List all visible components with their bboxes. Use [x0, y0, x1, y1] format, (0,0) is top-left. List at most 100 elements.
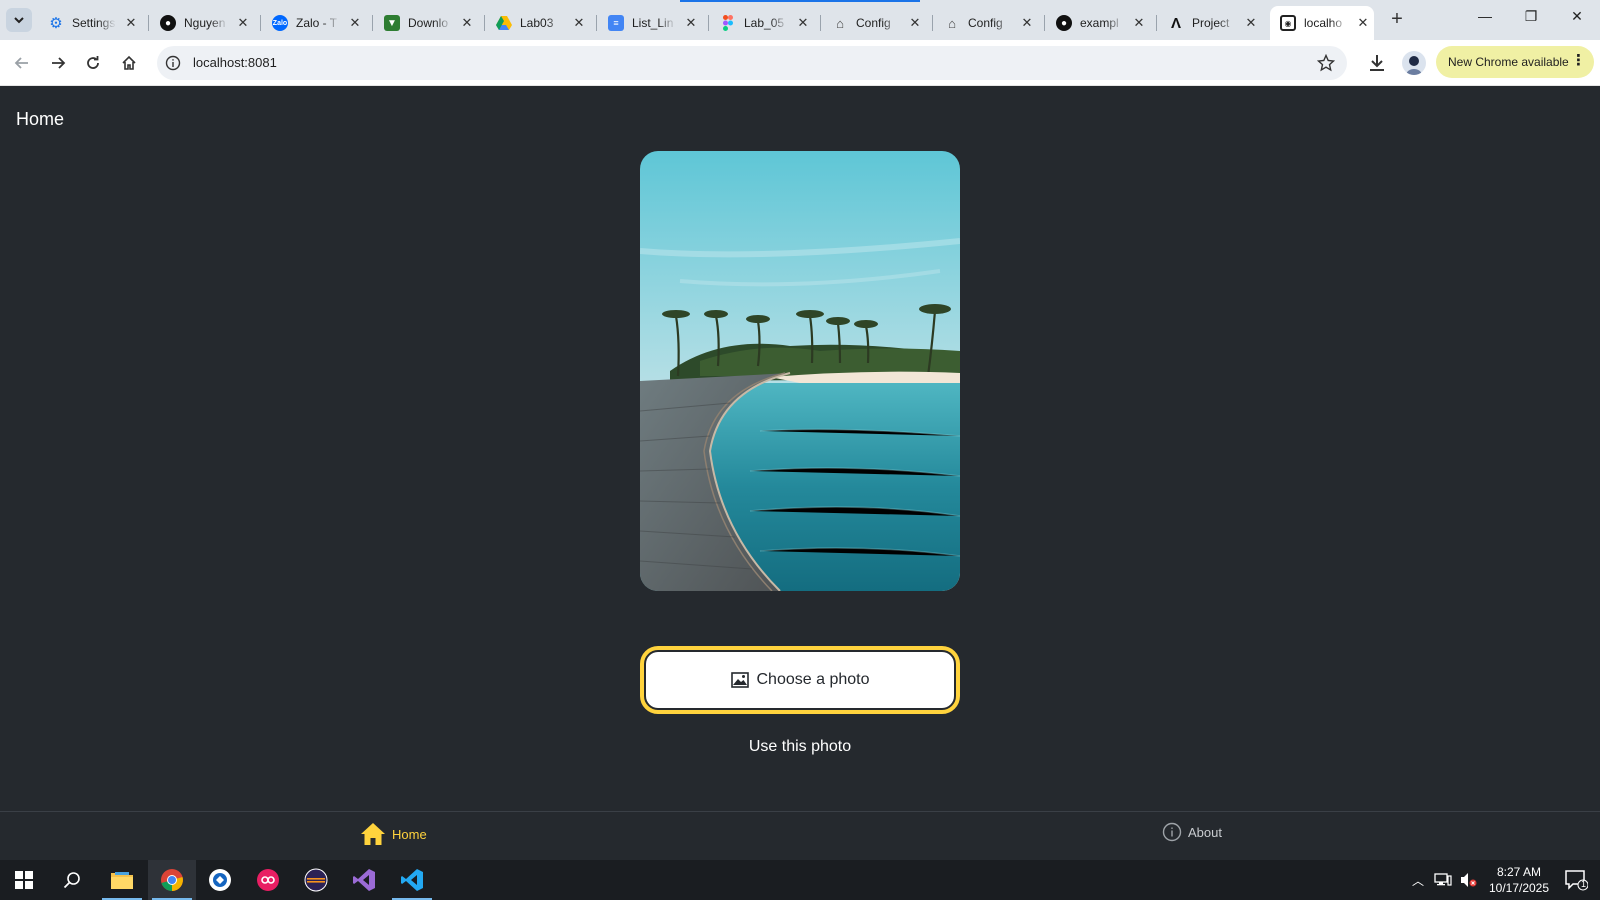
chrome-update-button[interactable]: New Chrome available ⋮: [1436, 46, 1594, 78]
profile-avatar[interactable]: [1402, 51, 1426, 75]
browser-tab-localhost[interactable]: ◉ localho ✕: [1270, 6, 1374, 40]
figma-icon: [720, 15, 736, 31]
arrow-right-icon: [52, 57, 66, 69]
taskbar-search-button[interactable]: [48, 860, 96, 900]
folder-icon: [111, 872, 133, 889]
reload-button[interactable]: [81, 51, 105, 75]
taskbar-eclipse[interactable]: [292, 860, 340, 900]
tab-label: Zalo - T: [296, 16, 338, 30]
choose-photo-button-inner[interactable]: Choose a photo: [646, 652, 954, 708]
browser-tab-config-2[interactable]: ⌂ Config ✕: [934, 6, 1045, 40]
window-close-button[interactable]: ✕: [1565, 8, 1589, 25]
browser-tab-lab05[interactable]: Lab_05 ✕: [710, 6, 821, 40]
browser-tab-config-1[interactable]: ⌂ Config ✕: [822, 6, 933, 40]
start-button[interactable]: [0, 860, 48, 900]
taskbar-file-explorer[interactable]: [98, 860, 146, 900]
tab-about[interactable]: About: [1162, 822, 1222, 842]
tab-label: localho: [1304, 16, 1343, 30]
taskbar-visual-studio[interactable]: [340, 860, 388, 900]
browser-tab-settings[interactable]: ⚙ Settings ✕: [38, 6, 149, 40]
visual-studio-icon: [353, 869, 375, 891]
search-icon: [63, 872, 80, 889]
app-circle-icon: [209, 869, 231, 891]
close-icon[interactable]: ✕: [1356, 15, 1370, 31]
close-icon[interactable]: ✕: [1244, 15, 1258, 31]
close-icon[interactable]: ✕: [1020, 15, 1034, 31]
page-title: Home: [16, 109, 65, 129]
network-icon[interactable]: [1434, 872, 1452, 888]
tab-search-button[interactable]: [6, 8, 32, 32]
taskbar-vscode[interactable]: [388, 860, 436, 900]
minimize-button[interactable]: —: [1473, 8, 1497, 24]
tab-label: List_Lin: [632, 16, 674, 30]
use-photo-button[interactable]: Use this photo: [640, 732, 960, 762]
gear-icon: ⚙: [49, 15, 63, 32]
browser-tab-github-example[interactable]: ● exampl ✕: [1046, 6, 1157, 40]
reload-icon: [87, 56, 99, 69]
restore-button[interactable]: ❐: [1519, 8, 1543, 25]
site-info-icon[interactable]: [165, 55, 181, 71]
close-icon[interactable]: ✕: [348, 15, 362, 31]
notification-count: 1: [1581, 879, 1587, 889]
back-button[interactable]: [10, 51, 34, 75]
forward-button[interactable]: [46, 51, 70, 75]
tab-about-label: About: [1188, 824, 1222, 840]
close-icon[interactable]: ✕: [460, 15, 474, 31]
github-icon: ●: [1056, 15, 1072, 31]
tab-label: Config: [968, 16, 1003, 30]
choose-photo-button[interactable]: Choose a photo: [640, 646, 960, 714]
update-label: New Chrome available: [1448, 55, 1569, 69]
browser-tab-strip: ⚙ Settings ✕ ● Nguyen ✕ Zalo Zalo - T ✕ …: [0, 0, 1600, 40]
windows-logo-icon: [15, 871, 33, 889]
tab-label: Project: [1192, 16, 1230, 30]
browser-tab-zalo[interactable]: Zalo Zalo - T ✕: [262, 6, 373, 40]
more-vertical-icon[interactable]: ⋮: [1571, 53, 1586, 69]
config-icon: ⌂: [836, 15, 844, 31]
clock-date: 10/17/2025: [1488, 881, 1550, 895]
taskbar-clock[interactable]: 8:27 AM 10/17/2025: [1478, 864, 1560, 896]
vscode-icon: [401, 869, 423, 891]
picture-icon: [730, 672, 749, 688]
localhost-icon: ◉: [1280, 15, 1296, 31]
chevron-up-icon[interactable]: ︿: [1412, 872, 1424, 889]
taskbar-app-pink[interactable]: [244, 860, 292, 900]
close-icon[interactable]: ✕: [684, 15, 698, 31]
volume-muted-icon[interactable]: [1460, 872, 1478, 888]
download-icon[interactable]: [1366, 52, 1388, 74]
windows-taskbar: ︿ 8:27 AM 10/17/2025 1: [0, 860, 1600, 900]
notification-center-button[interactable]: 1: [1552, 860, 1600, 900]
close-icon[interactable]: ✕: [1132, 15, 1146, 31]
tab-label: Downlo: [408, 16, 449, 30]
close-icon[interactable]: ✕: [572, 15, 586, 31]
home-button[interactable]: [117, 51, 141, 75]
url-text[interactable]: localhost:8081: [193, 55, 277, 70]
home-icon: [361, 823, 385, 845]
app-screen: Home Choose a photo Use this photo Home …: [0, 86, 1600, 860]
close-icon[interactable]: ✕: [236, 15, 250, 31]
address-bar[interactable]: localhost:8081: [157, 46, 1347, 80]
browser-toolbar: localhost:8081 New Chrome available ⋮: [0, 40, 1600, 86]
browser-tab-github-nguyen[interactable]: ● Nguyen ✕: [150, 6, 261, 40]
zalo-icon: Zalo: [272, 15, 288, 31]
system-tray: ︿: [1412, 860, 1478, 900]
tab-label: Config: [856, 16, 891, 30]
taskbar-chrome[interactable]: [148, 860, 196, 900]
browser-tab-list-link[interactable]: ≡ List_Lin ✕: [598, 6, 709, 40]
app-pink-icon: [257, 869, 279, 891]
browser-tab-download[interactable]: ▼ Downlo ✕: [374, 6, 485, 40]
bookmark-star-icon[interactable]: [1317, 54, 1335, 72]
taskbar-app-blue[interactable]: [196, 860, 244, 900]
chevron-down-icon: [14, 17, 24, 24]
new-tab-button[interactable]: +: [1385, 8, 1409, 32]
tab-home[interactable]: Home: [360, 822, 427, 846]
google-drive-icon: [496, 15, 512, 31]
google-docs-icon: ≡: [608, 15, 624, 31]
close-icon[interactable]: ✕: [124, 15, 138, 31]
tab-label: exampl: [1080, 16, 1119, 30]
close-icon[interactable]: ✕: [908, 15, 922, 31]
browser-tab-lab03[interactable]: Lab03 ✕: [486, 6, 597, 40]
bottom-tab-bar: Home About: [0, 811, 1600, 860]
close-icon[interactable]: ✕: [796, 15, 810, 31]
download-favicon-icon: ▼: [384, 15, 400, 31]
browser-tab-project[interactable]: Λ Project ✕: [1158, 6, 1268, 40]
